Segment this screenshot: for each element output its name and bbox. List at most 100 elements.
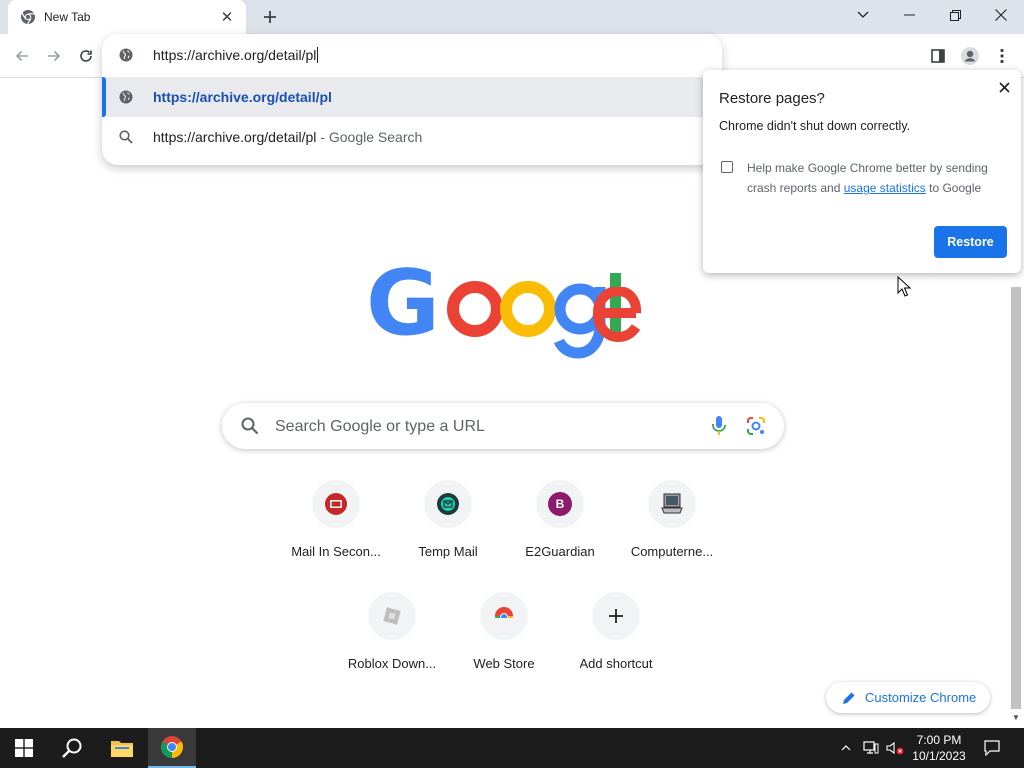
dialog-message: Chrome didn't shut down correctly. bbox=[719, 119, 911, 133]
shortcut-label: Computerne... bbox=[630, 544, 714, 559]
add-shortcut-button[interactable]: Add shortcut bbox=[560, 592, 672, 688]
notifications-button[interactable] bbox=[978, 728, 1006, 768]
shortcut-e2guardian[interactable]: B E2Guardian bbox=[504, 480, 616, 576]
customize-chrome-button[interactable]: Customize Chrome bbox=[826, 682, 990, 713]
network-tray-button[interactable] bbox=[860, 728, 882, 768]
taskbar-chrome[interactable] bbox=[148, 728, 196, 768]
shortcut-label: Add shortcut bbox=[579, 656, 653, 671]
suggestion-query: https://archive.org/detail/pl bbox=[153, 129, 317, 145]
suggestion-url[interactable]: https://archive.org/detail/pl bbox=[102, 77, 722, 117]
address-text: https://archive.org/detail/pl bbox=[153, 47, 317, 63]
notification-icon bbox=[984, 740, 1000, 756]
shortcut-roblox-download[interactable]: Roblox Down... bbox=[336, 592, 448, 688]
close-window-button[interactable] bbox=[978, 0, 1024, 30]
minimize-button[interactable] bbox=[886, 0, 932, 30]
back-arrow-icon bbox=[15, 50, 28, 62]
tab-new-tab[interactable]: New Tab ✕ bbox=[8, 0, 246, 34]
windows-taskbar: 7:00 PM 10/1/2023 bbox=[0, 728, 1024, 768]
windows-logo-icon bbox=[15, 739, 33, 757]
pencil-icon bbox=[843, 692, 855, 704]
chevron-up-icon bbox=[841, 745, 851, 751]
crash-reports-checkbox[interactable] bbox=[721, 161, 733, 173]
reload-button[interactable] bbox=[72, 42, 100, 70]
tab-title: New Tab bbox=[44, 10, 91, 24]
shortcut-web-store[interactable]: Web Store bbox=[448, 592, 560, 688]
suggestion-search[interactable]: https://archive.org/detail/pl - Google S… bbox=[102, 117, 722, 157]
search-icon bbox=[240, 416, 260, 441]
shortcut-label: E2Guardian bbox=[525, 544, 595, 559]
forward-arrow-icon bbox=[48, 50, 61, 62]
new-tab-button[interactable] bbox=[258, 6, 282, 28]
suggestion-search-text: https://archive.org/detail/pl - Google S… bbox=[153, 129, 422, 145]
suggestion-url-text: https://archive.org/detail/pl bbox=[153, 89, 332, 105]
tab-search-button[interactable] bbox=[840, 0, 886, 30]
mouse-cursor-icon bbox=[897, 275, 912, 302]
google-search-box[interactable]: Search Google or type a URL bbox=[222, 403, 784, 449]
restore-window-icon bbox=[949, 9, 961, 21]
shortcut-temp-mail[interactable]: Temp Mail bbox=[392, 480, 504, 576]
side-panel-icon bbox=[931, 49, 945, 63]
side-panel-button[interactable] bbox=[924, 42, 952, 70]
taskbar-clock[interactable]: 7:00 PM 10/1/2023 bbox=[904, 732, 974, 764]
computer-icon bbox=[661, 493, 683, 514]
shortcut-icon bbox=[312, 480, 360, 528]
clock-time: 7:00 PM bbox=[916, 733, 962, 747]
close-icon bbox=[995, 9, 1007, 21]
taskbar-search-button[interactable] bbox=[48, 728, 96, 768]
chrome-icon bbox=[161, 736, 183, 758]
globe-icon bbox=[118, 47, 134, 68]
volume-tray-button[interactable] bbox=[884, 728, 906, 768]
customize-label: Customize Chrome bbox=[865, 690, 977, 705]
menu-button[interactable] bbox=[988, 42, 1016, 70]
close-tab-icon[interactable]: ✕ bbox=[218, 8, 236, 26]
restore-window-button[interactable] bbox=[932, 0, 978, 30]
scroll-down-icon[interactable]: ▼ bbox=[1012, 714, 1020, 722]
taskbar-file-explorer[interactable] bbox=[98, 728, 146, 768]
shortcut-icon bbox=[480, 592, 528, 640]
start-button[interactable] bbox=[0, 728, 48, 768]
restore-pages-dialog: Restore pages? Chrome didn't shut down c… bbox=[703, 70, 1021, 273]
shortcut-icon bbox=[424, 480, 472, 528]
restore-button[interactable]: Restore bbox=[934, 226, 1007, 258]
shortcut-label: Temp Mail bbox=[418, 544, 478, 559]
plus-icon bbox=[264, 11, 276, 23]
suggestion-separator: - bbox=[320, 129, 325, 145]
show-hidden-icons-button[interactable] bbox=[836, 728, 856, 768]
profile-icon bbox=[961, 47, 979, 65]
roblox-icon bbox=[383, 607, 401, 625]
chrome-icon bbox=[20, 9, 36, 25]
svg-text:G: G bbox=[366, 267, 440, 356]
address-input[interactable]: https://archive.org/detail/pl bbox=[153, 47, 319, 63]
web-store-icon bbox=[494, 607, 514, 625]
dialog-title: Restore pages? bbox=[719, 90, 825, 107]
shortcut-icon bbox=[368, 592, 416, 640]
address-bar[interactable]: https://archive.org/detail/pl bbox=[102, 34, 722, 76]
back-button[interactable] bbox=[8, 42, 36, 70]
shortcut-computerne[interactable]: Computerne... bbox=[616, 480, 728, 576]
chevron-down-icon bbox=[857, 11, 869, 18]
kebab-menu-icon bbox=[1000, 48, 1004, 64]
letter-avatar-icon: B bbox=[548, 492, 572, 516]
shortcut-label: Web Store bbox=[473, 656, 535, 671]
reload-icon bbox=[80, 50, 92, 62]
google-lens-icon[interactable] bbox=[745, 415, 767, 442]
omnibox-dropdown: https://archive.org/detail/pl https://ar… bbox=[102, 34, 722, 165]
close-dialog-icon[interactable] bbox=[995, 78, 1013, 96]
usage-statistics-link[interactable]: usage statistics bbox=[844, 181, 926, 195]
folder-icon bbox=[111, 741, 133, 757]
network-icon bbox=[863, 741, 879, 754]
shortcut-icon bbox=[648, 480, 696, 528]
search-placeholder: Search Google or type a URL bbox=[275, 418, 485, 435]
scroll-thumb[interactable] bbox=[1011, 287, 1021, 709]
help-suffix: to Google bbox=[929, 181, 982, 195]
temp-mail-icon bbox=[437, 493, 459, 515]
shortcut-label: Roblox Down... bbox=[347, 656, 437, 671]
logo-e bbox=[592, 287, 642, 343]
text-caret bbox=[317, 47, 319, 63]
microphone-icon[interactable] bbox=[710, 415, 728, 442]
shortcut-mail-in-seconds[interactable]: Mail In Secon... bbox=[280, 480, 392, 576]
crash-reports-label: Help make Google Chrome better by sendin… bbox=[747, 158, 1009, 198]
forward-button[interactable] bbox=[40, 42, 68, 70]
profile-button[interactable] bbox=[956, 42, 984, 70]
google-logo: G bbox=[366, 251, 642, 367]
